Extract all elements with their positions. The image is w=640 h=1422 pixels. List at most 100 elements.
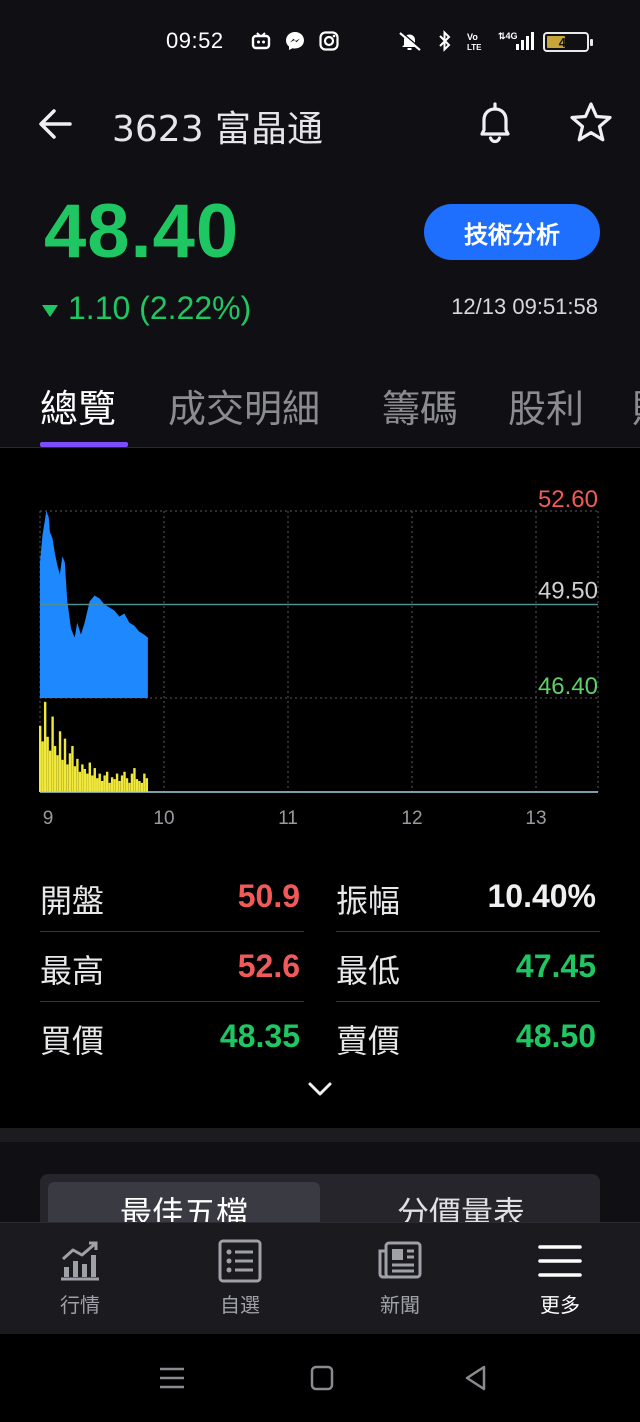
app-bar: 3623 富晶通 — [0, 86, 640, 166]
back-arrow-icon[interactable] — [34, 102, 78, 146]
volume-bar — [125, 778, 129, 792]
nav-label: 行情 — [60, 1293, 100, 1317]
volume-bar — [48, 750, 52, 792]
news-icon — [378, 1241, 422, 1279]
home-icon[interactable] — [306, 1362, 338, 1394]
technical-analysis-button[interactable]: 技術分析 — [424, 204, 600, 260]
x-tick-label: 12 — [401, 808, 422, 829]
volume-bar — [96, 778, 99, 792]
svg-text:LTE: LTE — [467, 43, 482, 52]
quote-timestamp: 12/13 09:51:58 — [451, 294, 598, 319]
volume-bar — [63, 738, 67, 792]
stat-low: 最低 47.45 — [336, 932, 600, 1002]
stat-value: 48.50 — [515, 1018, 596, 1054]
volume-bar — [103, 775, 106, 792]
volume-bar — [130, 773, 134, 792]
stat-label: 買價 — [40, 1022, 105, 1060]
y-label-low: 46.40 — [538, 673, 598, 700]
volume-bar — [143, 773, 146, 792]
volume-bar — [71, 746, 74, 792]
notification-icons — [250, 30, 340, 52]
volume-bar — [66, 764, 69, 792]
star-icon[interactable] — [566, 98, 616, 148]
volume-bar — [138, 780, 141, 792]
price-change: 1.10 (2.22%) — [42, 290, 251, 327]
stat-value: 50.9 — [237, 878, 300, 914]
stat-label: 開盤 — [40, 882, 105, 920]
volume-bar — [133, 768, 136, 792]
stat-value: 48.35 — [219, 1018, 300, 1054]
tab-bar: 總覽 成交明細 籌碼 股利 財 — [0, 364, 640, 448]
segment-best-five[interactable]: 最佳五檔 — [48, 1182, 320, 1222]
stat-amplitude: 振幅 10.40% — [336, 862, 600, 932]
x-tick-label: 11 — [278, 808, 298, 829]
volume-bar — [83, 769, 87, 792]
volume-bar — [108, 782, 111, 792]
volume-bar — [115, 773, 119, 792]
tab-trade-details[interactable]: 成交明細 — [168, 378, 320, 433]
volume-bar — [41, 741, 44, 792]
volume-bar — [76, 758, 79, 792]
x-tick-label: 13 — [525, 808, 546, 829]
tab-overview[interactable]: 總覽 — [40, 378, 116, 433]
volume-bar — [61, 759, 64, 792]
volume-bar — [128, 782, 131, 792]
page-title: 3623 富晶通 — [112, 109, 324, 150]
nav-label: 新聞 — [380, 1293, 420, 1317]
chevron-down-icon[interactable] — [304, 1076, 336, 1102]
instagram-icon — [318, 30, 340, 52]
y-label-high: 52.60 — [538, 486, 598, 513]
volume-bar — [51, 716, 54, 792]
status-time: 09:52 — [166, 28, 224, 53]
stat-label: 振幅 — [336, 882, 401, 920]
volume-bar — [46, 736, 49, 792]
svg-text:⇅4G: ⇅4G — [498, 31, 518, 41]
bluetooth-icon — [436, 30, 454, 52]
volume-bar — [105, 771, 109, 792]
volume-bar — [140, 782, 144, 792]
volume-bar — [145, 778, 149, 792]
tab-overflow[interactable]: 財 — [632, 378, 640, 433]
stat-bid: 買價 48.35 — [40, 1002, 304, 1072]
svg-text:Vo: Vo — [467, 32, 478, 42]
mute-icon — [396, 30, 424, 52]
nav-label: 更多 — [540, 1293, 580, 1317]
battery-icon: 44 — [543, 32, 593, 52]
back-triangle-icon[interactable] — [460, 1362, 492, 1394]
menu-icon — [538, 1245, 582, 1277]
order-book-section: 最佳五檔 分價量表 — [0, 1142, 640, 1222]
volume-bar — [88, 762, 91, 792]
status-bar: 09:52 Vo LTE ⇅4G 44 — [0, 0, 640, 86]
system-icons: Vo LTE ⇅4G — [396, 30, 538, 52]
stats-row: 最高 52.6 最低 47.45 — [40, 932, 600, 1002]
volume-bar — [93, 768, 96, 792]
down-triangle-icon — [42, 304, 58, 317]
nav-more[interactable]: 更多 — [500, 1237, 620, 1327]
stat-label: 賣價 — [336, 1022, 401, 1060]
volume-bar — [135, 779, 139, 792]
signal-icon: ⇅4G — [498, 30, 538, 52]
volume-bar — [113, 779, 116, 792]
bell-icon[interactable] — [470, 98, 520, 148]
volume-bar — [73, 766, 77, 792]
recents-icon[interactable] — [156, 1362, 188, 1394]
x-tick-label: 10 — [153, 808, 174, 829]
volume-bar — [56, 755, 59, 792]
list-icon — [218, 1239, 262, 1283]
stat-label: 最高 — [40, 952, 105, 990]
chart-icon — [61, 1241, 99, 1281]
segment-price-volume[interactable]: 分價量表 — [330, 1182, 592, 1222]
volume-bar — [68, 753, 72, 792]
stat-ask: 賣價 48.50 — [336, 1002, 600, 1072]
nav-watchlist[interactable]: 自選 — [180, 1237, 300, 1327]
nav-news[interactable]: 新聞 — [340, 1237, 460, 1327]
volume-bar — [120, 775, 124, 792]
nav-label: 自選 — [220, 1293, 260, 1317]
tab-dividends[interactable]: 股利 — [508, 378, 584, 433]
y-label-reference: 49.50 — [538, 578, 598, 605]
tab-chips[interactable]: 籌碼 — [382, 378, 458, 433]
nav-market[interactable]: 行情 — [20, 1237, 140, 1327]
stat-value: 47.45 — [515, 948, 596, 984]
volume-bar — [118, 780, 121, 792]
active-tab-indicator — [40, 442, 128, 447]
